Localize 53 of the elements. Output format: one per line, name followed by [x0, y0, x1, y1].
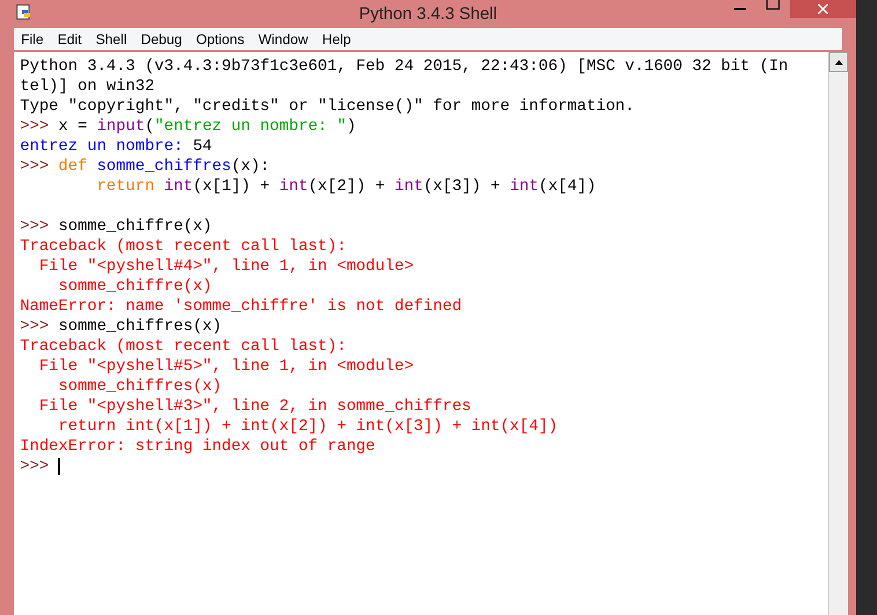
code-text: somme_chiffres(x): [58, 316, 222, 337]
menu-item[interactable]: Shell: [88, 28, 134, 50]
builtin-text: input: [96, 116, 145, 137]
error-text: Traceback (most recent call last):: [20, 236, 346, 257]
minimize-icon[interactable]: [734, 6, 746, 10]
code-text: (x[1]) +: [192, 176, 271, 197]
code-text: (: [144, 116, 154, 137]
menu-item[interactable]: Options: [189, 28, 252, 50]
maximize-icon[interactable]: [766, 0, 780, 10]
prompt-text: >>>: [20, 456, 50, 477]
function-name-text: somme_chiffres: [96, 156, 232, 177]
code-text: x =: [58, 116, 88, 137]
keyword-text: def: [58, 156, 88, 177]
code-text: (x):: [231, 156, 270, 177]
up-arrow-icon: [834, 60, 842, 64]
scroll-up-button[interactable]: [829, 52, 848, 72]
error-text: somme_chiffre(x): [57, 276, 212, 297]
keyword-text: return: [96, 176, 156, 197]
output-text: entrez un nombre:: [20, 136, 184, 157]
builtin-text: int: [394, 176, 424, 197]
prompt-text: >>>: [20, 216, 50, 237]
close-icon: [818, 4, 828, 14]
error-text: IndexError: string index out of range: [20, 436, 376, 457]
prompt-text: >>>: [20, 116, 50, 137]
error-text: Traceback (most recent call last):: [20, 336, 346, 357]
error-text: somme_chiffres(x): [57, 376, 222, 397]
builtin-text: int: [279, 176, 308, 197]
prompt-text: >>>: [20, 316, 50, 337]
menu-item[interactable]: Debug: [134, 28, 190, 50]
prompt-text: >>>: [20, 156, 50, 177]
builtin-text: int: [510, 176, 539, 197]
code-text: 54: [192, 136, 212, 157]
code-text: Python 3.4.3 (v3.4.3:9b73f1c3e601, Feb 24 2015, 22:43:06) [MSC v.1600 32 bit (In: [20, 56, 788, 77]
menu-item[interactable]: Edit: [50, 28, 89, 50]
error-text: return int(x[1]) + int(x[2]) + int(x[3]) + int(x[4]): [57, 416, 558, 437]
error-text: File "<pyshell#3>", line 2, in somme_chiffres: [38, 396, 472, 417]
code-text: ): [346, 116, 356, 137]
menu-item[interactable]: File: [14, 28, 51, 50]
code-text: (x[2]) +: [308, 176, 386, 197]
code-text: (x[4]): [538, 176, 596, 197]
close-button[interactable]: [790, 0, 856, 18]
code-text: Type "copyright", "credits" or "license()" for more information.: [20, 96, 634, 117]
menu-item[interactable]: Window: [251, 28, 316, 50]
code-text: tel)] on win32: [20, 76, 154, 97]
error-text: File "<pyshell#5>", line 1, in <module>: [38, 356, 414, 377]
code-text: (x[3]) +: [423, 176, 502, 197]
code-text: somme_chiffre(x): [58, 216, 212, 237]
menu-item[interactable]: Help: [315, 28, 358, 50]
string-text: "entrez un nombre: ": [154, 116, 346, 137]
builtin-text: int: [164, 176, 193, 197]
error-text: NameError: name 'somme_chiffre' is not defined: [20, 296, 462, 317]
error-text: File "<pyshell#4>", line 1, in <module>: [38, 256, 414, 277]
window-title: Python 3.4.3 Shell: [359, 3, 497, 26]
